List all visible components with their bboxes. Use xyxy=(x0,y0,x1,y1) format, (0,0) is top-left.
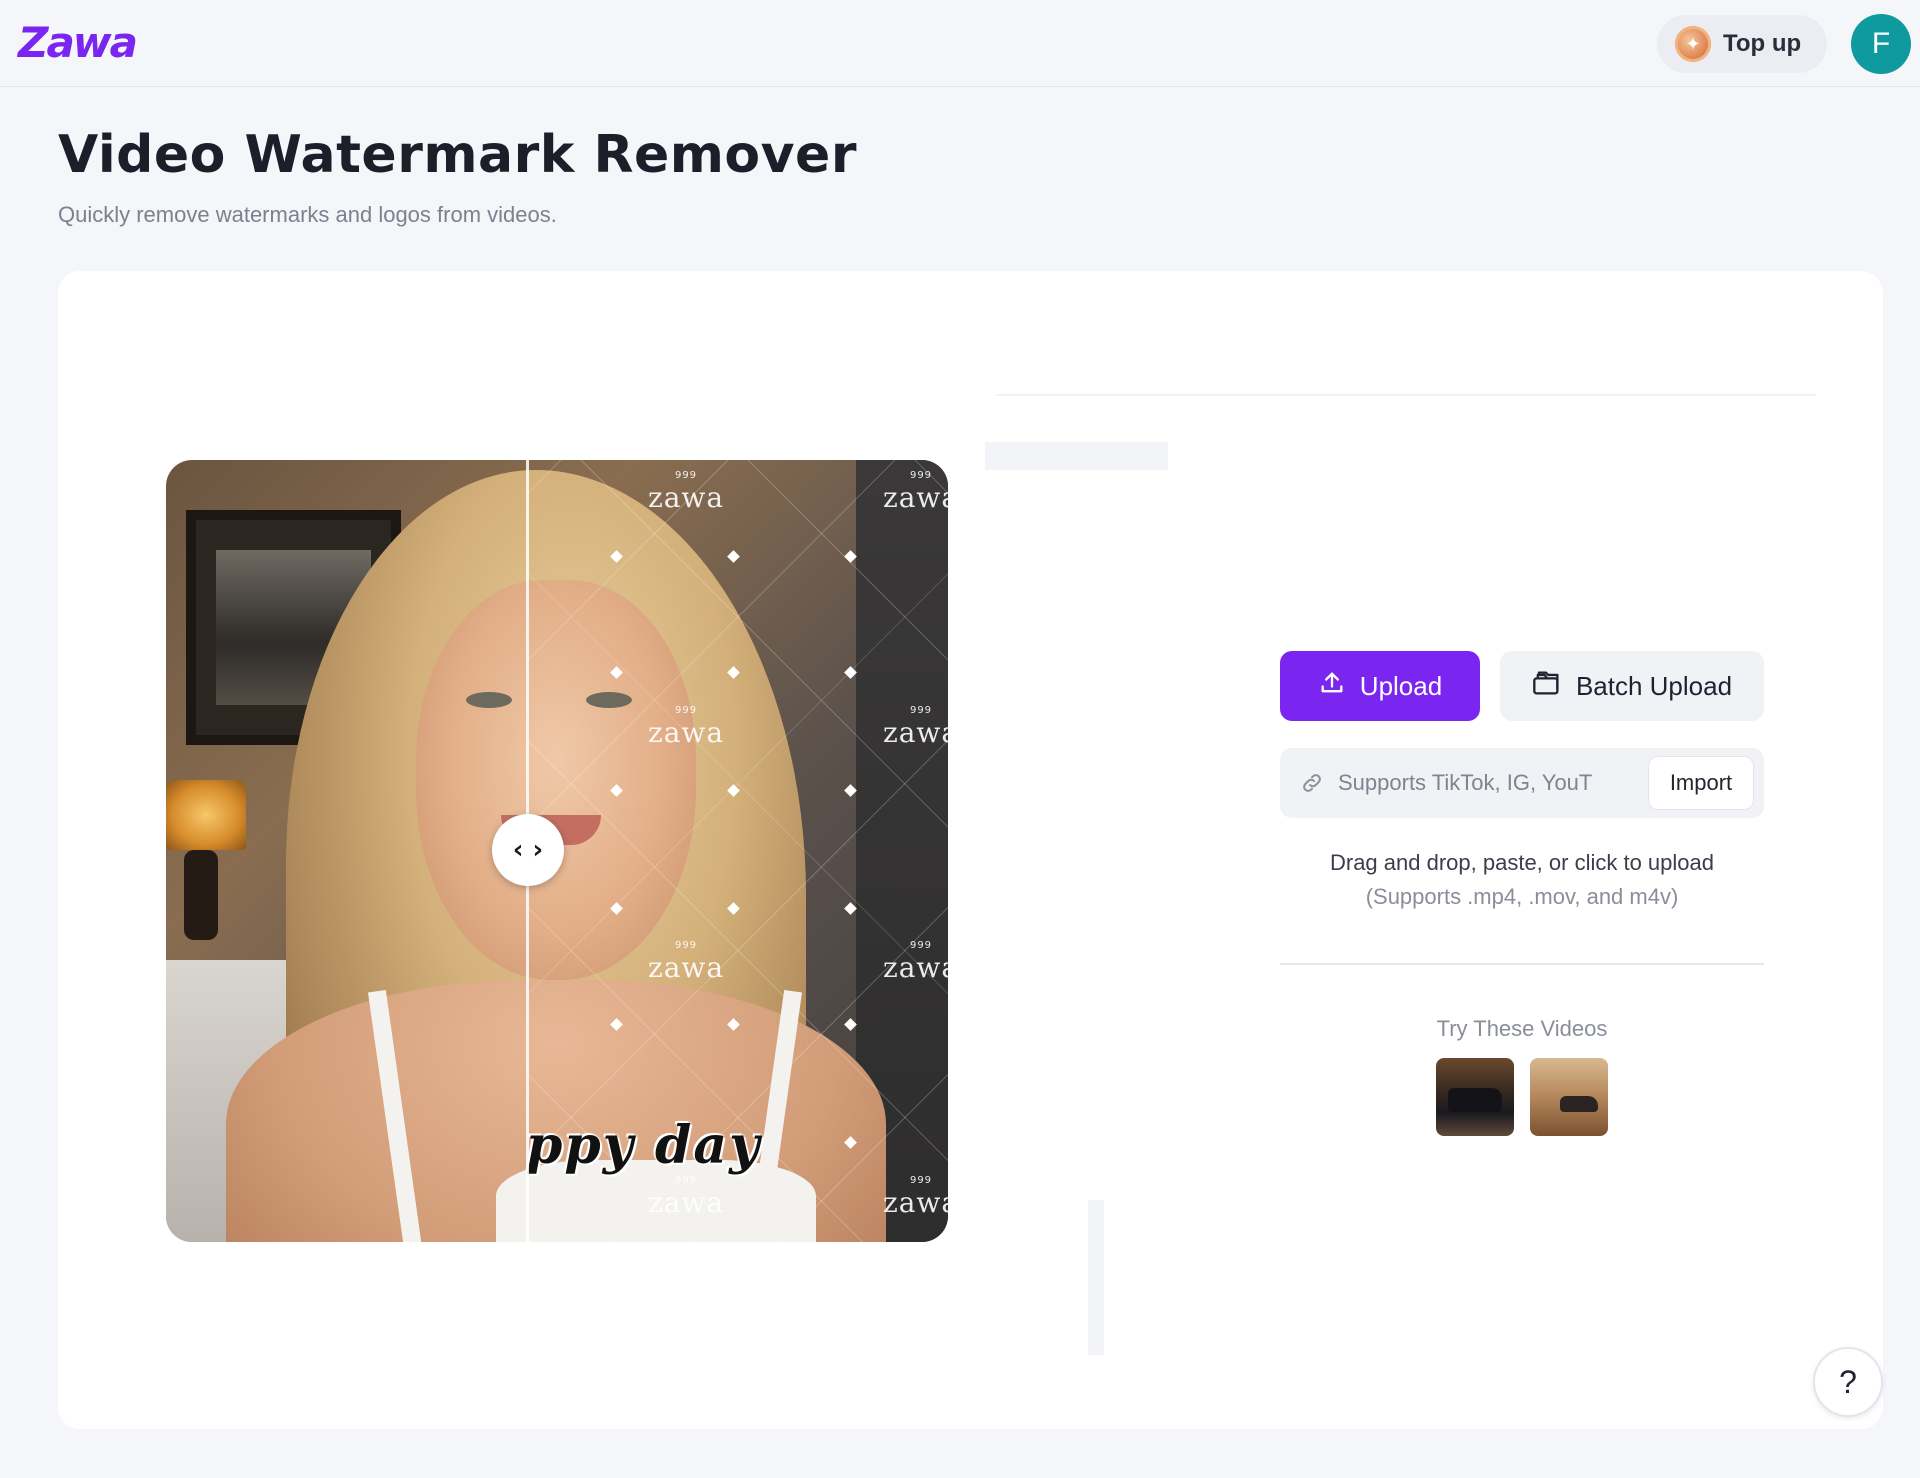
user-avatar[interactable]: F xyxy=(1851,14,1911,74)
upload-button[interactable]: Upload xyxy=(1280,651,1480,721)
watermark: 999zawa xyxy=(647,470,725,514)
top-up-label: Top up xyxy=(1723,30,1802,57)
lamp-base xyxy=(184,850,218,940)
page-title: Video Watermark Remover xyxy=(58,125,857,185)
url-input[interactable] xyxy=(1338,770,1628,796)
try-videos-title: Try These Videos xyxy=(1436,1016,1608,1041)
watermark: 999zawa xyxy=(882,940,948,984)
drop-zone-hint[interactable]: Drag and drop, paste, or click to upload… xyxy=(1280,846,1764,914)
coin-icon: ✦ xyxy=(1675,26,1711,62)
watermark: 999zawa xyxy=(647,940,725,984)
upload-label: Upload xyxy=(1359,670,1443,701)
batch-upload-label: Batch Upload xyxy=(1575,670,1733,701)
compare-slider-handle[interactable]: ‹ › xyxy=(492,814,564,886)
help-button[interactable]: ? xyxy=(1813,1347,1883,1417)
batch-upload-button[interactable]: Batch Upload xyxy=(1500,651,1764,721)
link-icon xyxy=(1298,769,1326,797)
watermark: 999zawa xyxy=(647,1175,725,1219)
zawa-logo[interactable]: Zawa xyxy=(18,18,138,68)
supported-formats: (Supports .mp4, .mov, and m4v) xyxy=(1365,884,1679,909)
top-bar: Zawa ✦ Top up F xyxy=(0,0,1920,87)
import-button[interactable]: Import xyxy=(1648,756,1754,810)
lamp-shade xyxy=(166,780,246,850)
video-caption: ppy day xyxy=(526,1115,762,1176)
upload-icon xyxy=(1318,669,1346,704)
watermark: 999zawa xyxy=(882,1175,948,1219)
drop-hint-text: Drag and drop, paste, or click to upload xyxy=(1329,850,1714,875)
sample-video-thumbnail[interactable] xyxy=(1436,1058,1514,1136)
placeholder-block xyxy=(985,442,1168,470)
placeholder-divider xyxy=(996,394,1816,396)
page-subtitle: Quickly remove watermarks and logos from… xyxy=(58,202,557,227)
watermark: 999zawa xyxy=(882,705,948,749)
placeholder-bar xyxy=(1088,1200,1104,1355)
eye-left xyxy=(466,692,512,708)
folder-icon xyxy=(1532,669,1562,704)
watermark: 999zawa xyxy=(647,705,725,749)
url-import-box: Import xyxy=(1280,748,1764,818)
watermark: 999zawa xyxy=(882,470,948,514)
before-after-preview[interactable]: 999zawa 999zawa 999zawa 999zawa 999zawa … xyxy=(166,460,948,1242)
sample-video-thumbnail[interactable] xyxy=(1530,1058,1608,1136)
panel-divider xyxy=(1280,963,1764,965)
top-up-button[interactable]: ✦ Top up xyxy=(1657,15,1827,73)
